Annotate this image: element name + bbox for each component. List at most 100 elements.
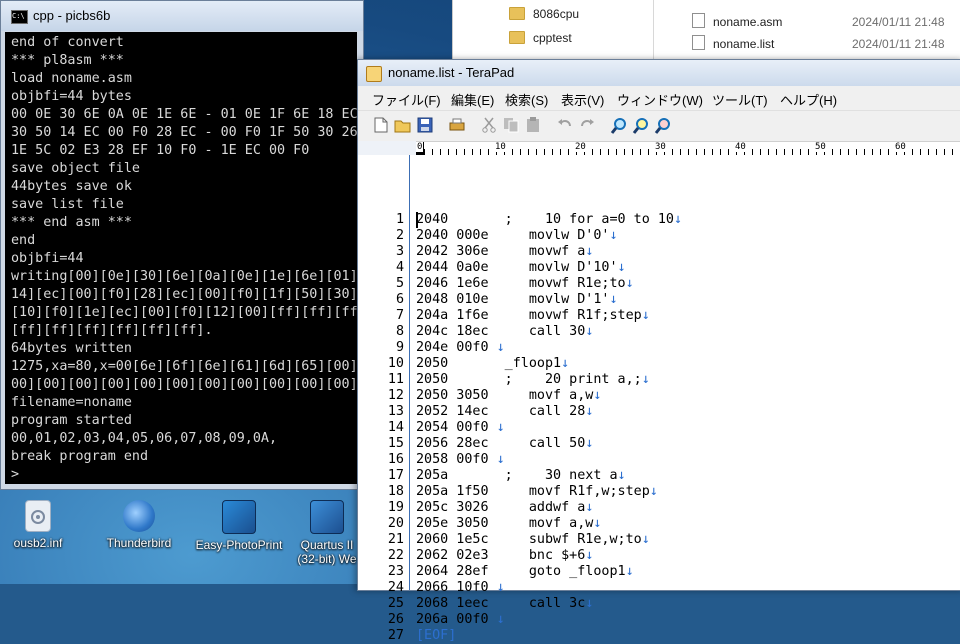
desktop-icon-label: ousb2.inf <box>13 536 63 550</box>
code-line: 2040 000e movlw D'0'↓ <box>416 228 618 243</box>
line-number: 27 <box>387 628 404 643</box>
line-end-marker: ↓ <box>609 228 618 243</box>
line-number: 23 <box>387 564 404 579</box>
line-end-marker: ↓ <box>617 260 626 275</box>
code-line: 2042 306e movwf a↓ <box>416 244 594 259</box>
toolbar <box>358 111 960 141</box>
line-end-marker: ↓ <box>593 516 602 531</box>
terapad-window[interactable]: noname.list - TeraPad ファイル(F) 編集(E) 検索(S… <box>357 59 960 643</box>
file-explorer-window: 8086cpu cpptest noname.asm 2024/01/11 21… <box>452 0 960 64</box>
undo-icon[interactable] <box>556 116 574 134</box>
file-list: noname.asm 2024/01/11 21:48 noname.list … <box>654 0 960 64</box>
ruler-label: 60 <box>894 142 907 152</box>
line-end-marker: ↓ <box>585 500 594 515</box>
find-next-icon[interactable] <box>632 116 650 134</box>
photoprint-icon <box>222 500 256 534</box>
paste-icon[interactable] <box>524 116 542 134</box>
terapad-app-icon <box>366 66 382 82</box>
ruler-label: 20 <box>574 142 587 152</box>
line-end-marker: ↓ <box>561 356 570 371</box>
menu-window[interactable]: ウィンドウ(W) <box>617 90 703 109</box>
console-titlebar[interactable]: C:\ cpp - picbs6b <box>1 1 363 31</box>
line-number: 7 <box>395 308 404 323</box>
line-end-marker: ↓ <box>673 212 683 227</box>
code-line: 205a ; 30 next a↓ <box>416 468 626 483</box>
menu-tools[interactable]: ツール(T) <box>712 90 768 109</box>
code-line: 204c 18ec call 30↓ <box>416 324 594 339</box>
line-number: 9 <box>395 340 404 355</box>
thunderbird-icon <box>123 500 155 532</box>
line-end-marker: ↓ <box>617 468 626 483</box>
folder-item[interactable]: cpptest <box>509 28 572 48</box>
code-line: 205c 3026 addwf a↓ <box>416 500 594 515</box>
ruler-label: 0 <box>416 142 424 152</box>
line-end-marker: ↓ <box>496 340 505 355</box>
ruler-label: 50 <box>814 142 827 152</box>
menu-view[interactable]: 表示(V) <box>561 90 604 109</box>
desktop-icon-thunderbird[interactable]: Thunderbird <box>102 500 176 550</box>
desktop-icon-quartus[interactable]: Quartus II (32-bit) We <box>292 500 362 566</box>
line-number: 19 <box>387 500 404 515</box>
line-number: 20 <box>387 516 404 531</box>
line-number: 3 <box>395 244 404 259</box>
folder-icon <box>509 7 525 20</box>
desktop-icon-easy-photoprint[interactable]: Easy-PhotoPrint <box>194 500 284 552</box>
code-line: 2062 02e3 bnc $+6↓ <box>416 548 594 563</box>
console-text: end of convert *** pl8asm *** load nonam… <box>11 35 357 482</box>
line-number: 26 <box>387 612 404 627</box>
eof-marker: [EOF] <box>416 628 457 643</box>
text-editor[interactable]: 1 2 3 4 5 6 7 8 9 10 11 12 13 14 15 16 17 18 19 20 21 22 23 24 2… <box>358 155 960 643</box>
line-number: 8 <box>395 324 404 339</box>
menu-search[interactable]: 検索(S) <box>505 90 548 109</box>
folder-tree: 8086cpu cpptest <box>453 0 654 64</box>
line-number: 16 <box>387 452 404 467</box>
code-line: 204e 00f0 ↓ <box>416 340 505 355</box>
cut-icon[interactable] <box>480 116 498 134</box>
menu-bar: ファイル(F) 編集(E) 検索(S) 表示(V) ウィンドウ(W) ツール(T… <box>358 86 960 111</box>
console-output[interactable]: end of convert *** pl8asm *** load nonam… <box>5 32 357 484</box>
find-previous-icon[interactable] <box>654 116 672 134</box>
copy-icon[interactable] <box>502 116 520 134</box>
code-line: 2050 ; 20 print a,;↓ <box>416 372 650 387</box>
line-end-marker: ↓ <box>496 452 505 467</box>
line-end-marker: ↓ <box>593 388 602 403</box>
desktop-icon-label-line2: (32-bit) We <box>297 552 357 566</box>
code-line: 2046 1e6e movwf R1e;to↓ <box>416 276 634 291</box>
open-folder-icon[interactable] <box>394 116 412 134</box>
menu-help[interactable]: ヘルプ(H) <box>780 90 837 109</box>
line-end-marker: ↓ <box>641 308 650 323</box>
code-line: 2048 010e movlw D'1'↓ <box>416 292 618 307</box>
code-line: 2064 28ef goto _floop1↓ <box>416 564 634 579</box>
code-line: 2050 _floop1↓ <box>416 356 570 371</box>
folder-icon <box>509 31 525 44</box>
terapad-titlebar[interactable]: noname.list - TeraPad <box>358 60 960 86</box>
console-window[interactable]: C:\ cpp - picbs6b end of convert *** pl8… <box>0 0 364 490</box>
line-number: 15 <box>387 436 404 451</box>
save-icon[interactable] <box>416 116 434 134</box>
line-end-marker: ↓ <box>496 612 505 627</box>
folder-item[interactable]: 8086cpu <box>509 4 579 24</box>
line-end-marker: ↓ <box>585 436 594 451</box>
line-number: 4 <box>395 260 404 275</box>
file-date: 2024/01/11 21:48 <box>852 37 945 51</box>
line-number: 21 <box>387 532 404 547</box>
line-number: 12 <box>387 388 404 403</box>
desktop-icon-ousb2[interactable]: ousb2.inf <box>1 500 75 550</box>
code-line: 205e 3050 movf a,w↓ <box>416 516 602 531</box>
menu-edit[interactable]: 編集(E) <box>451 90 494 109</box>
window-title: noname.list - TeraPad <box>388 65 515 80</box>
file-item[interactable]: noname.asm 2024/01/11 21:48 <box>692 12 960 32</box>
console-icon: C:\ <box>11 10 28 24</box>
column-ruler: 0 10 20 30 40 50 60 <box>416 141 960 156</box>
line-end-marker: ↓ <box>496 580 505 595</box>
redo-icon[interactable] <box>578 116 596 134</box>
code-line: 2058 00f0 ↓ <box>416 452 505 467</box>
find-icon[interactable] <box>610 116 628 134</box>
menu-file[interactable]: ファイル(F) <box>372 90 441 109</box>
new-file-icon[interactable] <box>372 116 390 134</box>
code-line: 2056 28ec call 50↓ <box>416 436 594 451</box>
gutter-divider <box>409 155 410 590</box>
print-icon[interactable] <box>448 116 466 134</box>
file-item[interactable]: noname.list 2024/01/11 21:48 <box>692 34 960 54</box>
line-number: 6 <box>395 292 404 307</box>
